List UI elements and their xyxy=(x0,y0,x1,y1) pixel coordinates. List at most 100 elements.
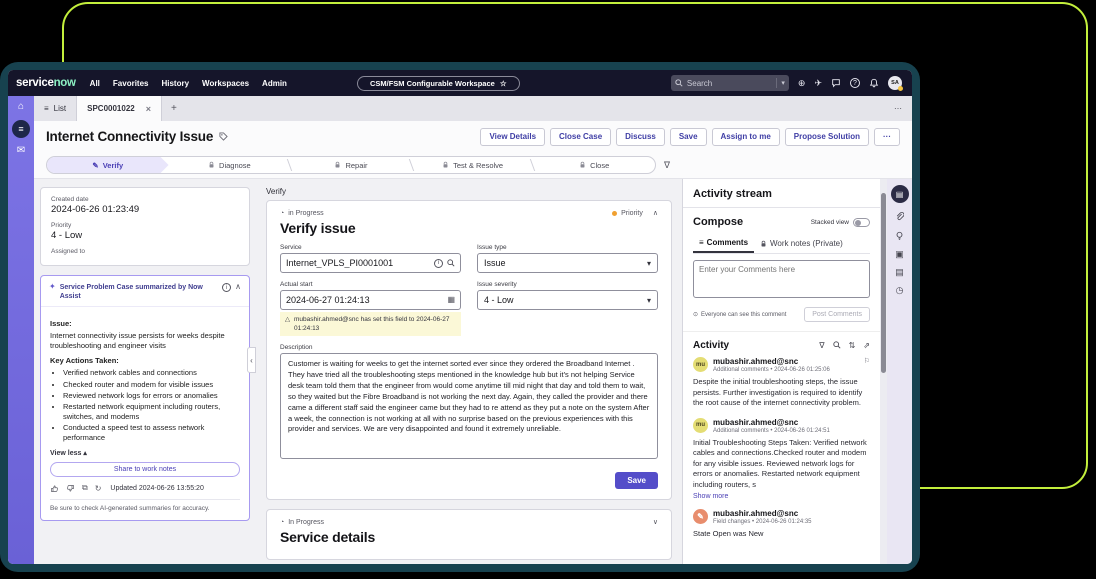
search-scope-dropdown-icon[interactable]: ▾ xyxy=(781,79,785,87)
paperclip-icon[interactable] xyxy=(895,212,904,222)
chat-icon[interactable] xyxy=(831,78,841,88)
entry-author: mubashir.ahmed@snc xyxy=(713,357,859,366)
refresh-icon[interactable]: ↻ xyxy=(95,484,102,493)
activity-stream-rail-icon[interactable]: ▤ xyxy=(891,185,909,203)
activity-search-icon[interactable] xyxy=(833,341,841,349)
reference-info-icon[interactable]: i xyxy=(434,259,443,268)
home-icon[interactable]: ⌂ xyxy=(18,102,24,112)
more-actions-button[interactable]: ··· xyxy=(874,128,900,146)
key-action-item: Restarted network equipment including ro… xyxy=(63,402,240,422)
actual-start-input[interactable] xyxy=(286,295,443,305)
pencil-icon: ✎ xyxy=(92,161,98,170)
activity-expand-icon[interactable]: ⇗ xyxy=(863,341,870,350)
notification-bell-icon[interactable] xyxy=(869,78,879,88)
collapse-sidebar-handle[interactable]: ‹ xyxy=(247,347,256,373)
nav-item-admin[interactable]: Admin xyxy=(262,79,287,88)
flag-icon[interactable]: ⚐ xyxy=(864,357,870,373)
issue-type-select[interactable]: Issue ▾ xyxy=(477,253,658,273)
activity-sort-icon[interactable]: ⇅ xyxy=(849,341,856,350)
reference-lookup-icon[interactable] xyxy=(447,259,455,267)
flow-step-repair[interactable]: Repair xyxy=(290,157,412,173)
lightbulb-icon[interactable] xyxy=(895,231,904,241)
service-input[interactable] xyxy=(286,258,430,268)
calendar-icon[interactable]: ▦ xyxy=(447,296,455,304)
collapse-card-icon[interactable]: ∧ xyxy=(235,283,241,291)
help-icon[interactable]: ? xyxy=(850,78,860,88)
document-icon[interactable]: ▤ xyxy=(895,268,904,277)
flow-step-label: Test & Resolve xyxy=(453,161,503,170)
service-details-status-row: ◔ In Progress ∨ xyxy=(280,518,658,526)
user-avatar[interactable]: SA xyxy=(888,76,902,90)
globe-icon[interactable]: ⊕ xyxy=(798,79,806,88)
entry-text: Despite the initial troubleshooting step… xyxy=(693,377,870,409)
discuss-button[interactable]: Discuss xyxy=(616,128,665,146)
show-more-link[interactable]: Show more xyxy=(693,493,870,500)
new-tab-button[interactable]: + xyxy=(162,96,186,121)
copy-icon[interactable]: ⧉ xyxy=(82,483,88,493)
list-tab-icon: ≡ xyxy=(44,104,49,113)
nav-item-all[interactable]: All xyxy=(90,79,100,88)
lock-icon xyxy=(208,161,215,169)
issue-severity-field: Issue severity 4 - Low ▾ xyxy=(477,281,658,336)
favorite-star-icon[interactable]: ☆ xyxy=(500,79,507,88)
activity-feed: mu mubashir.ahmed@snc Additional comment… xyxy=(683,355,880,564)
activity-filter-icon[interactable]: ∇ xyxy=(819,341,824,350)
tab-bar-more-icon[interactable]: ⋯ xyxy=(884,96,912,121)
close-tab-icon[interactable]: × xyxy=(146,104,151,114)
tag-icon[interactable] xyxy=(219,132,228,141)
eye-icon: ⊙ xyxy=(693,311,698,318)
servicenow-logo[interactable]: servicenow xyxy=(16,77,76,89)
nav-item-favorites[interactable]: Favorites xyxy=(113,79,149,88)
collapse-section-icon[interactable]: ∧ xyxy=(653,209,658,217)
flow-filter-icon[interactable]: ∇ xyxy=(664,160,670,171)
attachments-image-icon[interactable]: ▣ xyxy=(895,250,904,259)
info-icon[interactable]: i xyxy=(222,283,231,292)
activity-entry: mu mubashir.ahmed@snc Additional comment… xyxy=(693,418,870,501)
list-menu-icon[interactable]: ≡ xyxy=(12,120,30,138)
form-save-button[interactable]: Save xyxy=(615,472,658,489)
save-button[interactable]: Save xyxy=(670,128,707,146)
description-textarea[interactable]: Customer is waiting for weeks to get the… xyxy=(280,353,658,459)
workspace-pill-label: CSM/FSM Configurable Workspace xyxy=(370,79,495,88)
sparkle-icon: ✦ xyxy=(49,283,56,291)
assign-to-me-button[interactable]: Assign to me xyxy=(712,128,780,146)
history-clock-icon[interactable]: ◷ xyxy=(896,286,904,295)
workspace-switcher-pill[interactable]: CSM/FSM Configurable Workspace ☆ xyxy=(357,76,520,91)
nav-right-cluster: Search ▾ ⊕ ✈ ? SA xyxy=(671,75,902,91)
flow-step-close[interactable]: Close xyxy=(533,157,655,173)
view-less-link[interactable]: View less ▴ xyxy=(50,449,240,457)
tab-comments[interactable]: ≡ Comments xyxy=(693,235,754,253)
entry-author: mubashir.ahmed@snc xyxy=(713,509,870,518)
tab-record-spc0001022[interactable]: SPC0001022 × xyxy=(77,96,162,121)
tab-work-notes[interactable]: Work notes (Private) xyxy=(754,235,849,253)
close-case-button[interactable]: Close Case xyxy=(550,128,611,146)
description-label: Description xyxy=(280,344,658,351)
select-arrow-icon: ▾ xyxy=(647,296,651,305)
in-progress-label: In Progress xyxy=(288,519,324,526)
flow-step-verify[interactable]: ✎ Verify xyxy=(47,157,169,173)
tab-list[interactable]: ≡ List xyxy=(34,96,77,121)
lock-icon xyxy=(760,240,767,248)
share-to-work-notes-button[interactable]: Share to work notes xyxy=(50,462,240,477)
vertical-scrollbar[interactable] xyxy=(880,179,887,564)
nav-item-history[interactable]: History xyxy=(161,79,189,88)
view-details-button[interactable]: View Details xyxy=(480,128,545,146)
select-arrow-icon: ▾ xyxy=(647,259,651,268)
field-change-note-text: mubashir.ahmed@snc has set this field to… xyxy=(294,315,456,333)
flow-step-diagnose[interactable]: Diagnose xyxy=(169,157,291,173)
stacked-view-toggle[interactable] xyxy=(853,218,870,227)
global-search[interactable]: Search ▾ xyxy=(671,75,789,91)
thumbs-down-icon[interactable] xyxy=(66,484,75,493)
thumbs-up-icon[interactable] xyxy=(50,484,59,493)
expand-section-icon[interactable]: ∨ xyxy=(653,518,658,526)
issue-severity-select[interactable]: 4 - Low ▾ xyxy=(477,290,658,310)
scrollbar-thumb[interactable] xyxy=(881,193,886,373)
comment-textarea[interactable] xyxy=(693,260,870,298)
inbox-icon[interactable]: ✉ xyxy=(17,146,25,156)
now-assist-card-title: Service Problem Case summarized by Now A… xyxy=(60,283,218,301)
send-icon[interactable]: ✈ xyxy=(814,79,822,88)
flow-step-test-resolve[interactable]: Test & Resolve xyxy=(412,157,534,173)
propose-solution-button[interactable]: Propose Solution xyxy=(785,128,869,146)
nav-item-workspaces[interactable]: Workspaces xyxy=(202,79,249,88)
post-comments-button[interactable]: Post Comments xyxy=(804,307,870,322)
